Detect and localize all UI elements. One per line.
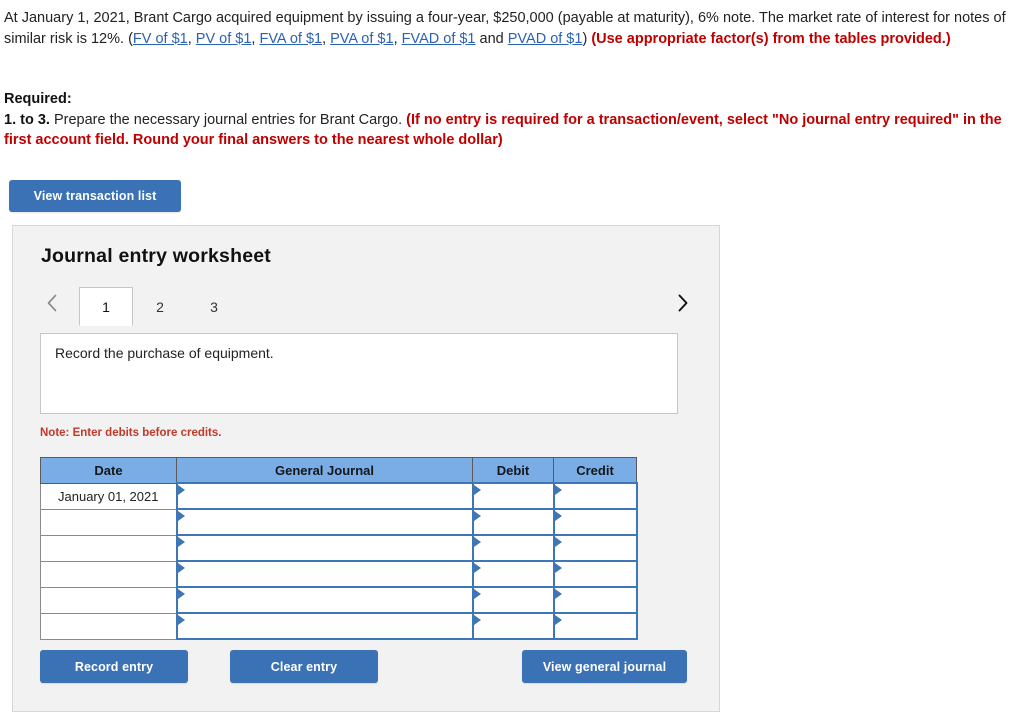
general-journal-input[interactable] — [175, 560, 474, 588]
dropdown-marker-icon — [473, 589, 481, 599]
table-header-row: Date General Journal Debit Credit — [40, 457, 637, 484]
dropdown-marker-icon — [554, 589, 562, 599]
link-pv-of-1[interactable]: PV of $1 — [196, 31, 252, 47]
required-number: 1. to 3. — [4, 111, 50, 128]
date-cell[interactable]: January 01, 2021 — [40, 483, 177, 510]
link-sep-4: , — [393, 30, 402, 47]
table-row — [40, 534, 638, 562]
debit-input[interactable] — [471, 586, 555, 614]
dropdown-marker-icon — [177, 511, 185, 521]
credit-input[interactable] — [552, 560, 638, 588]
link-conjunction: and — [475, 30, 508, 47]
problem-statement: At January 1, 2021, Brant Cargo acquired… — [4, 8, 1018, 49]
dropdown-marker-icon — [554, 485, 562, 495]
credit-input[interactable] — [552, 612, 638, 640]
view-transaction-list-button[interactable]: View transaction list — [9, 180, 181, 212]
dropdown-marker-icon — [473, 615, 481, 625]
table-row — [40, 586, 638, 614]
dropdown-marker-icon — [554, 563, 562, 573]
debit-input[interactable] — [471, 560, 555, 588]
record-entry-button[interactable]: Record entry — [40, 650, 188, 683]
page-root: At January 1, 2021, Brant Cargo acquired… — [0, 0, 1024, 726]
date-cell[interactable] — [40, 509, 177, 536]
worksheet-tabstrip: 1 2 3 — [41, 282, 693, 326]
tab-3-label: 3 — [210, 299, 218, 315]
debit-input[interactable] — [471, 612, 555, 640]
dropdown-marker-icon — [554, 537, 562, 547]
dropdown-marker-icon — [554, 615, 562, 625]
debits-before-credits-note: Note: Enter debits before credits. — [40, 427, 222, 439]
tab-2-label: 2 — [156, 299, 164, 315]
link-sep-1: , — [187, 30, 196, 47]
column-header-date: Date — [40, 457, 177, 484]
link-fv-of-1[interactable]: FV of $1 — [133, 31, 188, 47]
tab-1[interactable]: 1 — [79, 287, 133, 326]
required-instruction: Prepare the necessary journal entries fo… — [49, 111, 407, 128]
problem-text-part2: ) — [582, 30, 592, 47]
general-journal-input[interactable] — [175, 508, 474, 536]
dropdown-marker-icon — [177, 589, 185, 599]
date-cell[interactable] — [40, 561, 177, 588]
worksheet-title: Journal entry worksheet — [41, 245, 272, 267]
credit-input[interactable] — [552, 586, 638, 614]
general-journal-input[interactable] — [175, 612, 474, 640]
date-cell[interactable] — [40, 613, 177, 640]
journal-entry-table: Date General Journal Debit Credit Januar… — [40, 457, 638, 640]
table-row: January 01, 2021 — [40, 482, 638, 510]
general-journal-input[interactable] — [175, 482, 474, 510]
transaction-description-text: Record the purchase of equipment. — [55, 345, 274, 361]
column-header-credit: Credit — [553, 457, 637, 484]
date-cell[interactable] — [40, 587, 177, 614]
worksheet-tab-list: 1 2 3 — [79, 282, 241, 326]
required-block: Required: 1. to 3. Prepare the necessary … — [4, 89, 1018, 151]
column-header-general-journal: General Journal — [176, 457, 473, 484]
link-fva-of-1[interactable]: FVA of $1 — [259, 31, 322, 47]
table-row — [40, 560, 638, 588]
credit-input[interactable] — [552, 482, 638, 510]
date-cell[interactable] — [40, 535, 177, 562]
problem-emphasis: (Use appropriate factor(s) from the tabl… — [591, 30, 951, 47]
column-header-debit: Debit — [472, 457, 554, 484]
clear-entry-button[interactable]: Clear entry — [230, 650, 378, 683]
debit-input[interactable] — [471, 534, 555, 562]
view-general-journal-button[interactable]: View general journal — [522, 650, 687, 683]
dropdown-marker-icon — [473, 511, 481, 521]
transaction-description-box: Record the purchase of equipment. — [40, 333, 678, 414]
link-pvad-of-1[interactable]: PVAD of $1 — [508, 31, 583, 47]
general-journal-input[interactable] — [175, 534, 474, 562]
chevron-left-icon[interactable] — [41, 287, 63, 319]
dropdown-marker-icon — [177, 615, 185, 625]
link-sep-3: , — [322, 30, 331, 47]
table-row — [40, 612, 638, 640]
credit-input[interactable] — [552, 508, 638, 536]
credit-input[interactable] — [552, 534, 638, 562]
link-fvad-of-1[interactable]: FVAD of $1 — [402, 31, 476, 47]
dropdown-marker-icon — [177, 485, 185, 495]
debit-input[interactable] — [471, 508, 555, 536]
required-heading: Required: — [4, 91, 72, 107]
table-row — [40, 508, 638, 536]
debit-input[interactable] — [471, 482, 555, 510]
tab-1-label: 1 — [102, 298, 110, 315]
dropdown-marker-icon — [473, 537, 481, 547]
dropdown-marker-icon — [177, 537, 185, 547]
chevron-right-icon[interactable] — [671, 287, 693, 319]
tab-2[interactable]: 2 — [133, 287, 187, 326]
link-pva-of-1[interactable]: PVA of $1 — [330, 31, 393, 47]
tab-3[interactable]: 3 — [187, 287, 241, 326]
dropdown-marker-icon — [473, 485, 481, 495]
dropdown-marker-icon — [177, 563, 185, 573]
general-journal-input[interactable] — [175, 586, 474, 614]
dropdown-marker-icon — [473, 563, 481, 573]
dropdown-marker-icon — [554, 511, 562, 521]
